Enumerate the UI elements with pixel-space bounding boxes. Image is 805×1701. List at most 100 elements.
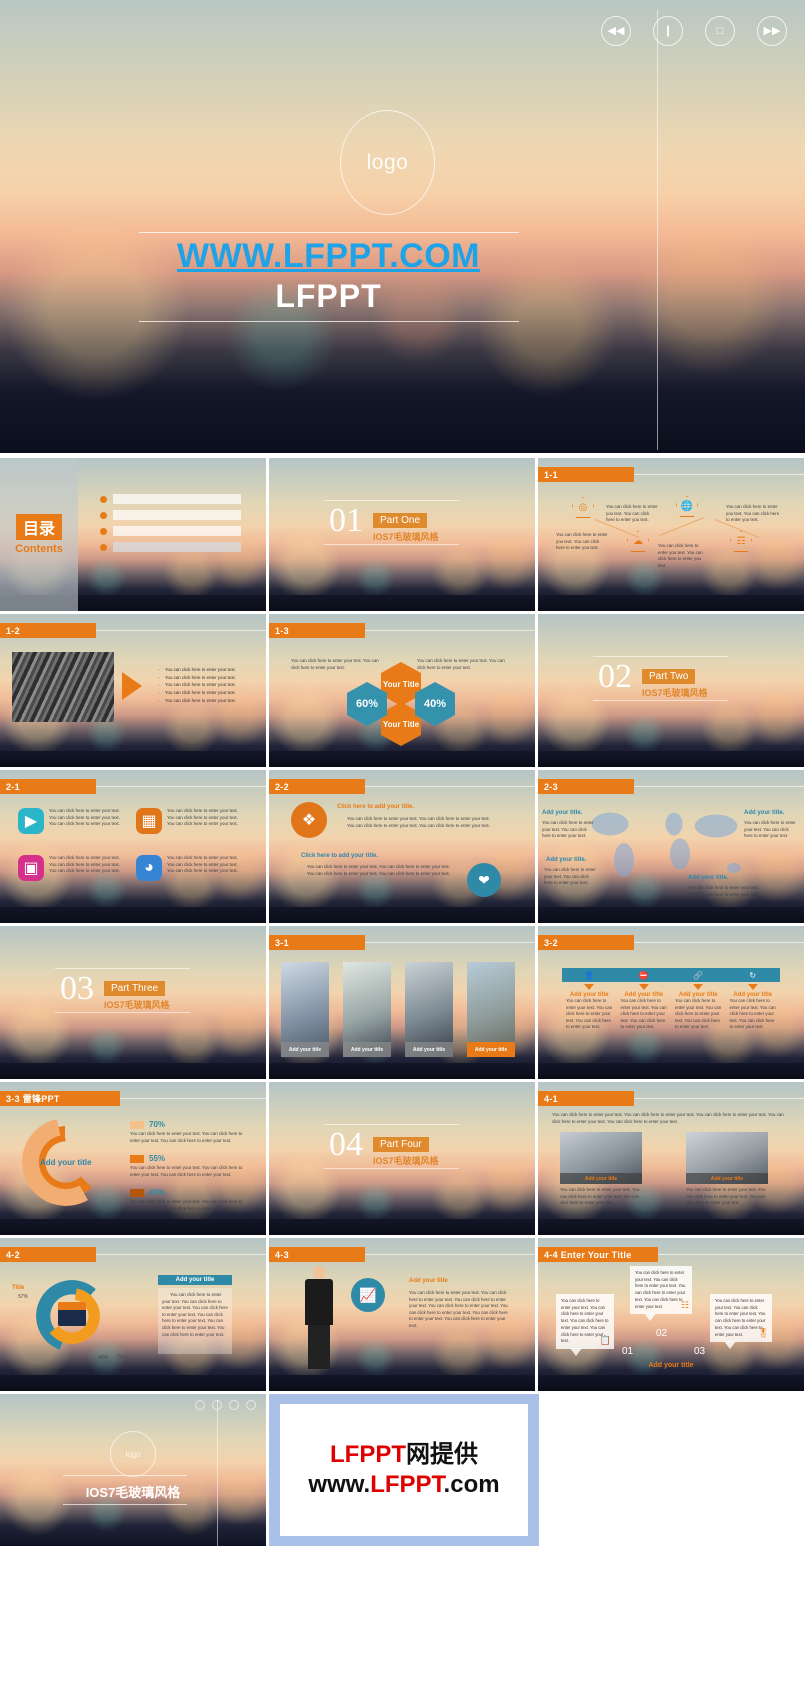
card-caption: Add your title (281, 1042, 329, 1057)
timeline-col: Add your title You can click here to ent… (617, 984, 672, 1031)
bulb-icon: ☶ (730, 531, 752, 552)
promo-brand: LFPPT (330, 1441, 406, 1468)
left-legend: Title 57% (12, 1276, 28, 1300)
stop-icon[interactable]: □ (705, 16, 735, 46)
stop-icon[interactable] (229, 1400, 239, 1410)
bubble-2: You can click here to enter your text. Y… (630, 1266, 692, 1322)
badge-icon: 🎖 (757, 1327, 769, 1338)
slide-part-four[interactable]: 04 Part Four IOS7毛玻璃风格 (269, 1082, 535, 1235)
slide-3-1[interactable]: 3-1 Add your title Add your title Add yo… (269, 926, 535, 1079)
slide-2-1[interactable]: 2-1 ▶ You can click here to enter your t… (0, 770, 266, 923)
col-text: You can click here to enter your text. Y… (729, 998, 776, 1030)
player-controls-mini[interactable] (195, 1400, 256, 1410)
triangle-down-icon (747, 984, 758, 990)
list-item[interactable] (100, 526, 241, 536)
forward-icon[interactable]: ▶▶ (757, 16, 787, 46)
slide-1-1[interactable]: 1-1 ◎ You can click here to enter you te… (538, 458, 804, 611)
chart-board-icon: 📈 (351, 1278, 385, 1312)
pause-icon[interactable]: ❙ (653, 16, 683, 46)
section-chip: Part Three (104, 981, 166, 996)
meeting-photo (12, 652, 114, 722)
photo-card[interactable]: Add your title (467, 962, 515, 1057)
bubble-1: You can click here to enter your text. Y… (556, 1294, 614, 1357)
left-text: You can click here to enter your text. Y… (291, 658, 379, 670)
promo-line-2: www.LFPPT.com (308, 1470, 499, 1500)
film-icon[interactable]: ▣ (18, 855, 44, 881)
businessman-illustration (293, 1266, 345, 1371)
promo-suffix: 网提供 (406, 1441, 478, 1468)
list-item[interactable] (100, 542, 241, 552)
photo-card[interactable]: Add your title (405, 962, 453, 1057)
grid-icon[interactable]: ▦ (136, 808, 162, 834)
photo-card[interactable]: Add your title (281, 962, 329, 1057)
slide-3-2[interactable]: 3-2 👤 ⛔ 🔗 ↻ Add your title You can click… (538, 926, 804, 1079)
card-text: You can click here to enter your text. Y… (686, 1187, 766, 1206)
section-subtitle: IOS7毛玻璃风格 (373, 532, 439, 542)
section-subtitle: IOS7毛玻璃风格 (642, 688, 708, 698)
card-caption: Add your title (343, 1042, 391, 1057)
step-number-1: 01 (622, 1346, 634, 1357)
slide-1-3[interactable]: 1-3 You can click here to enter your tex… (269, 614, 535, 767)
cell-3: ▣ You can click here to enter your text.… (18, 855, 127, 881)
stat-row-3: 40% You can click here to enter your tex… (130, 1188, 246, 1212)
photo-card[interactable]: Add your title (343, 962, 391, 1057)
title-rule-top (63, 1475, 187, 1476)
slide-footer-band (0, 1375, 266, 1391)
bubble-3: You can click here to enter your text. Y… (710, 1294, 772, 1350)
promo-inner: LFPPT网提供 www.LFPPT.com (280, 1404, 528, 1536)
list-item[interactable] (100, 510, 241, 520)
triangle-down-icon (584, 984, 595, 990)
slide-4-4[interactable]: 4-4 Enter Your Title You can click here … (538, 1238, 804, 1391)
list-item: You can click here to enter your text. (158, 697, 258, 705)
slide-tag: 2-1 (0, 779, 96, 794)
bullet-dot (100, 511, 107, 519)
forward-icon[interactable] (246, 1400, 256, 1410)
list-item[interactable] (100, 494, 241, 504)
slide-footer-band (269, 1219, 535, 1235)
slide-ending[interactable]: logo IOS7毛玻璃风格 (0, 1394, 266, 1546)
refresh-icon: ↻ (749, 970, 757, 980)
cell-2-line-2: You can click here to enter your text. (167, 814, 238, 820)
slide-part-one[interactable]: 01 Part One IOS7毛玻璃风格 (269, 458, 535, 611)
content-title: Add your title (409, 1278, 448, 1284)
slide-contents[interactable]: 目录 Contents (0, 458, 266, 611)
play-icon[interactable]: ▶ (18, 808, 44, 834)
contents-title-en: Contents (15, 543, 63, 555)
section-rule-bottom (324, 1168, 459, 1169)
slide-4-2[interactable]: 4-2 Title 57% 43% Title Add your title Y… (0, 1238, 266, 1391)
contents-label: 目录 Contents (0, 458, 78, 611)
cell-1: ▶ You can click here to enter your text.… (18, 808, 127, 834)
headphones-icon[interactable]: ◕ (136, 855, 162, 881)
slide-4-1[interactable]: 4-1 You can click here to enter your tex… (538, 1082, 804, 1235)
pentagon-4: ☶ (730, 531, 752, 552)
slide-4-3[interactable]: 4-3 📈 Add your title You can click here … (269, 1238, 535, 1391)
slide-1-2[interactable]: 1-2 You can click here to enter your tex… (0, 614, 266, 767)
rewind-icon[interactable]: ◀◀ (601, 16, 631, 46)
website-link[interactable]: WWW.LFPPT.COM (0, 237, 657, 276)
slide-tag: 3-1 (269, 935, 365, 950)
slide-footer-band (269, 1063, 535, 1079)
world-map (582, 802, 762, 894)
slide-part-three[interactable]: 03 Part Three IOS7毛玻璃风格 (0, 926, 266, 1079)
rewind-icon[interactable] (195, 1400, 205, 1410)
logo-placeholder: logo (340, 110, 435, 215)
slide-2-3[interactable]: 2-3 Add your title. You can click here t… (538, 770, 804, 923)
promo-url-tld: .com (443, 1471, 500, 1498)
slide-footer-band (538, 751, 804, 767)
stat-percent: 70% (149, 1120, 166, 1129)
slide-part-two[interactable]: 02 Part Two IOS7毛玻璃风格 (538, 614, 804, 767)
slide-2-2[interactable]: 2-2 ❖ Click here to add your title. You … (269, 770, 535, 923)
slide-footer-band (0, 1063, 266, 1079)
stat-row-1: 70% You can click here to enter your tex… (130, 1120, 246, 1144)
player-controls[interactable]: ◀◀ ❙ □ ▶▶ (601, 16, 787, 46)
slide-3-3[interactable]: 3-3 雷锋PPT Add your title 70% You can cli… (0, 1082, 266, 1235)
photo-card[interactable]: Add your title You can click here to ent… (560, 1132, 642, 1207)
photo-card[interactable]: Add your title You can click here to ent… (686, 1132, 768, 1207)
card-text: You can click here to enter your text. Y… (560, 1187, 640, 1206)
slide-tag: 2-3 (538, 779, 634, 794)
slide-thumbnail-grid: 目录 Contents 01 Part One IOS7毛玻璃风格 1-1 ◎ … (0, 455, 805, 1701)
callout-title-1: Add your title. (542, 810, 583, 816)
brand-name: LFPPT (275, 278, 382, 314)
vertical-divider (657, 10, 658, 450)
slide-tag: 3-3 雷锋PPT (0, 1091, 120, 1106)
